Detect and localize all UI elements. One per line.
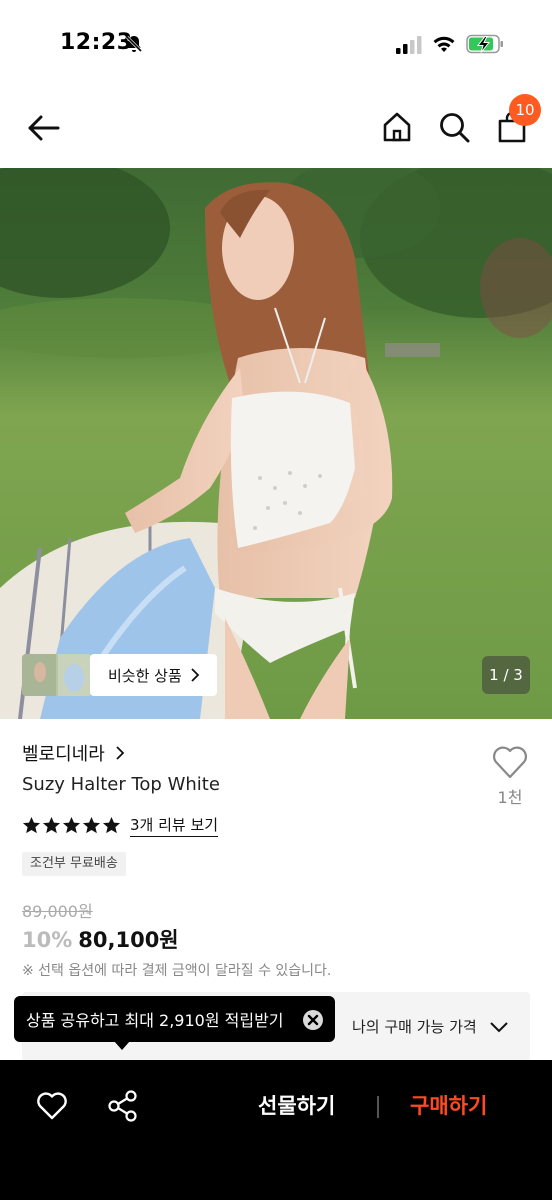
image-page-indicator: 1 / 3 bbox=[482, 656, 530, 694]
top-nav bbox=[0, 88, 552, 168]
brand-name: 벨로디네라 bbox=[22, 744, 105, 765]
similar-products-label: 비슷한 상품 bbox=[108, 666, 182, 685]
share-reward-tooltip: 상품 공유하고 최대 2,910원 적립받기 bbox=[14, 996, 335, 1042]
chevron-down-icon bbox=[490, 1021, 508, 1032]
cart-count-badge: 10 bbox=[509, 94, 541, 126]
my-price-toggle[interactable]: 나의 구매 가능 가격 bbox=[352, 1016, 509, 1037]
status-time: 12:23 bbox=[60, 30, 133, 55]
heart-icon[interactable] bbox=[36, 1090, 68, 1122]
signal-icon bbox=[396, 36, 422, 54]
product-image[interactable] bbox=[0, 168, 552, 719]
product-name: Suzy Halter Top White bbox=[22, 774, 220, 795]
status-bar: 12:23 bbox=[0, 0, 552, 88]
buy-button[interactable]: 구매하기 bbox=[410, 1090, 487, 1120]
wifi-icon bbox=[433, 36, 455, 52]
chevron-right-icon bbox=[191, 668, 200, 682]
price-row: 10% 80,100원 bbox=[22, 924, 179, 954]
share-icon[interactable] bbox=[108, 1090, 138, 1122]
star-icon bbox=[82, 816, 101, 834]
shipping-tag: 조건부 무료배송 bbox=[22, 852, 126, 876]
button-divider bbox=[377, 1096, 379, 1118]
search-icon[interactable] bbox=[437, 110, 471, 144]
star-icon bbox=[22, 816, 41, 834]
star-icon bbox=[42, 816, 61, 834]
tooltip-pointer bbox=[114, 1041, 130, 1050]
discount-rate: 10% bbox=[22, 928, 73, 952]
original-price: 89,000원 bbox=[22, 902, 93, 921]
similar-products-button[interactable]: 비슷한 상품 bbox=[90, 654, 217, 696]
bell-off-icon bbox=[125, 35, 143, 53]
battery-charging-icon bbox=[466, 34, 503, 54]
rating-row: 3개 리뷰 보기 bbox=[22, 814, 219, 837]
my-price-label: 나의 구매 가능 가격 bbox=[352, 1018, 477, 1036]
close-circle-icon[interactable] bbox=[302, 1009, 324, 1031]
back-arrow-icon[interactable] bbox=[24, 110, 64, 146]
home-icon[interactable] bbox=[380, 110, 414, 144]
chevron-right-icon bbox=[116, 746, 125, 760]
tooltip-text: 상품 공유하고 최대 2,910원 적립받기 bbox=[26, 1011, 284, 1030]
bottom-action-bar bbox=[0, 1060, 552, 1200]
review-link[interactable]: 3개 리뷰 보기 bbox=[130, 814, 219, 837]
like-count: 1천 bbox=[497, 788, 523, 807]
star-rating bbox=[22, 816, 121, 835]
star-icon bbox=[102, 816, 121, 834]
star-icon bbox=[62, 816, 81, 834]
sale-price: 80,100원 bbox=[78, 928, 179, 952]
brand-link[interactable]: 벨로디네라 bbox=[22, 740, 125, 766]
gift-button[interactable]: 선물하기 bbox=[258, 1090, 335, 1120]
price-note: ※ 선택 옵션에 따라 결제 금액이 달라질 수 있습니다. bbox=[22, 963, 332, 979]
heart-icon[interactable] bbox=[490, 742, 530, 782]
thumbnail-strip[interactable] bbox=[22, 654, 92, 696]
